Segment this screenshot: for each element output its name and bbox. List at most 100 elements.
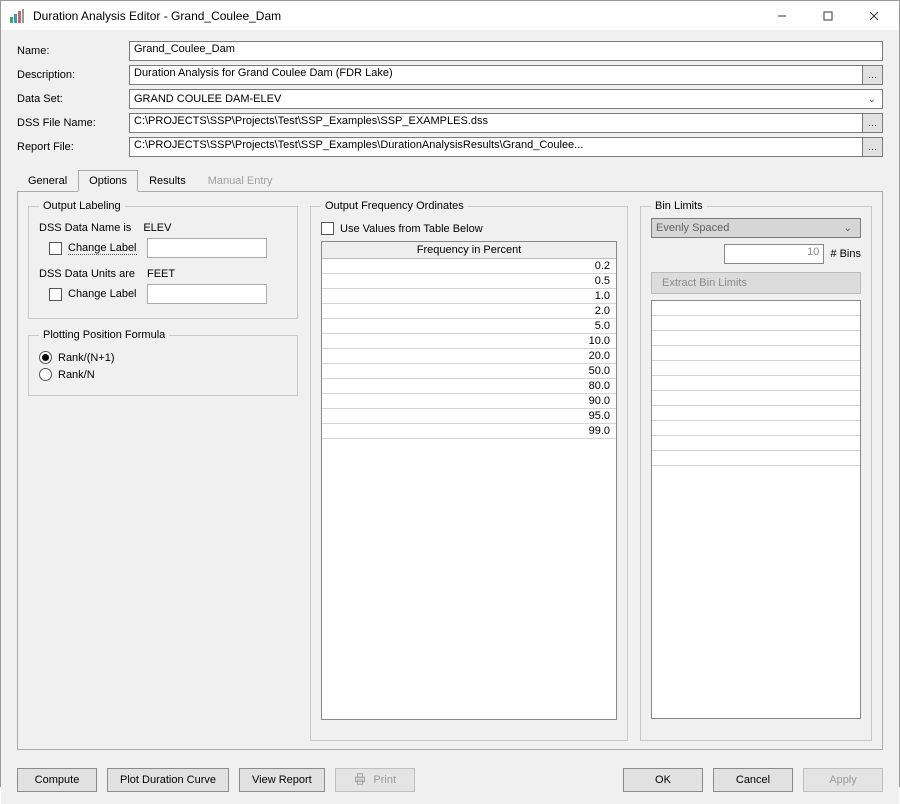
bin-row[interactable]	[652, 346, 860, 361]
plot-duration-curve-button[interactable]: Plot Duration Curve	[107, 768, 229, 792]
bin-mode-value: Evenly Spaced	[656, 222, 729, 234]
freq-row[interactable]: 5.0	[322, 319, 616, 334]
tab-results[interactable]: Results	[138, 170, 197, 192]
freq-row[interactable]: 20.0	[322, 349, 616, 364]
freq-row[interactable]: 0.2	[322, 259, 616, 274]
printer-icon	[353, 772, 367, 789]
content-area: Name: Grand_Coulee_Dam Description: Dura…	[1, 31, 899, 760]
bin-mode-select[interactable]: Evenly Spaced ⌄	[651, 218, 861, 238]
app-window: Duration Analysis Editor - Grand_Coulee_…	[0, 0, 900, 787]
dss-data-name-label: DSS Data Name is	[39, 222, 131, 234]
tab-strip: General Options Results Manual Entry	[17, 169, 883, 192]
change-label-name-input[interactable]	[147, 238, 267, 258]
options-left-column: Output Labeling DSS Data Name is ELEV Ch…	[28, 200, 298, 741]
tab-manual-entry: Manual Entry	[197, 170, 284, 192]
app-icon	[9, 8, 25, 24]
chevron-down-icon: ⌄	[864, 94, 880, 105]
dss-data-units-value: FEET	[147, 268, 175, 280]
description-label: Description:	[17, 69, 129, 81]
bin-row[interactable]	[652, 466, 860, 481]
reportfile-input[interactable]: C:\PROJECTS\SSP\Projects\Test\SSP_Exampl…	[129, 137, 863, 157]
minimize-button[interactable]	[759, 1, 805, 31]
bin-row[interactable]	[652, 361, 860, 376]
freq-row[interactable]: 80.0	[322, 379, 616, 394]
bin-limits-legend: Bin Limits	[651, 200, 707, 212]
output-frequency-legend: Output Frequency Ordinates	[321, 200, 468, 212]
freq-row[interactable]: 2.0	[322, 304, 616, 319]
output-labeling-group: Output Labeling DSS Data Name is ELEV Ch…	[28, 200, 298, 319]
dssfile-label: DSS File Name:	[17, 117, 129, 129]
form-rows: Name: Grand_Coulee_Dam Description: Dura…	[17, 41, 883, 161]
bin-row[interactable]	[652, 421, 860, 436]
radio-rank-n-label[interactable]: Rank/N	[58, 369, 95, 381]
radio-rank-n1[interactable]	[39, 351, 52, 364]
dssfile-browse-button[interactable]: …	[863, 113, 883, 133]
bin-row[interactable]	[652, 436, 860, 451]
view-report-button[interactable]: View Report	[239, 768, 325, 792]
bin-limits-table[interactable]	[651, 300, 861, 719]
plotting-position-legend: Plotting Position Formula	[39, 329, 169, 341]
freq-row[interactable]: 50.0	[322, 364, 616, 379]
bin-count-label: # Bins	[830, 248, 861, 260]
bin-row[interactable]	[652, 316, 860, 331]
freq-row[interactable]: 95.0	[322, 409, 616, 424]
titlebar: Duration Analysis Editor - Grand_Coulee_…	[1, 1, 899, 31]
bin-row[interactable]	[652, 451, 860, 466]
name-label: Name:	[17, 45, 129, 57]
freq-row[interactable]: 0.5	[322, 274, 616, 289]
output-frequency-group: Output Frequency Ordinates Use Values fr…	[310, 200, 628, 741]
options-right-column: Bin Limits Evenly Spaced ⌄ 10 # Bins Ext…	[640, 200, 872, 741]
reportfile-label: Report File:	[17, 141, 129, 153]
use-values-checkbox[interactable]	[321, 222, 334, 235]
tab-general[interactable]: General	[17, 170, 78, 192]
use-values-label[interactable]: Use Values from Table Below	[340, 223, 483, 235]
dataset-label: Data Set:	[17, 93, 129, 105]
change-label-units-checkbox[interactable]	[49, 288, 62, 301]
compute-button[interactable]: Compute	[17, 768, 97, 792]
bin-row[interactable]	[652, 406, 860, 421]
reportfile-browse-button[interactable]: …	[863, 137, 883, 157]
change-label-name-checkbox[interactable]	[49, 242, 62, 255]
footer: Compute Plot Duration Curve View Report …	[1, 760, 899, 804]
print-label: Print	[373, 774, 396, 786]
description-browse-button[interactable]: …	[863, 65, 883, 85]
change-label-units-text[interactable]: Change Label	[68, 288, 137, 300]
options-mid-column: Output Frequency Ordinates Use Values fr…	[310, 200, 628, 741]
frequency-table-empty	[322, 439, 616, 719]
radio-rank-n[interactable]	[39, 368, 52, 381]
ok-button[interactable]: OK	[623, 768, 703, 792]
output-labeling-legend: Output Labeling	[39, 200, 125, 212]
freq-row[interactable]: 90.0	[322, 394, 616, 409]
bin-row[interactable]	[652, 331, 860, 346]
print-button: Print	[335, 768, 415, 792]
name-input[interactable]: Grand_Coulee_Dam	[129, 41, 883, 61]
dataset-value: GRAND COULEE DAM-ELEV	[134, 93, 281, 105]
dss-data-units-label: DSS Data Units are	[39, 268, 135, 280]
frequency-header: Frequency in Percent	[322, 242, 616, 259]
freq-row[interactable]: 10.0	[322, 334, 616, 349]
dssfile-input[interactable]: C:\PROJECTS\SSP\Projects\Test\SSP_Exampl…	[129, 113, 863, 133]
cancel-button[interactable]: Cancel	[713, 768, 793, 792]
extract-bin-limits-button: Extract Bin Limits	[651, 272, 861, 294]
frequency-table[interactable]: Frequency in Percent 0.2 0.5 1.0 2.0 5.0…	[321, 241, 617, 720]
window-title: Duration Analysis Editor - Grand_Coulee_…	[33, 9, 759, 23]
bin-limits-group: Bin Limits Evenly Spaced ⌄ 10 # Bins Ext…	[640, 200, 872, 741]
plotting-position-group: Plotting Position Formula Rank/(N+1) Ran…	[28, 329, 298, 396]
bin-count-input[interactable]: 10	[724, 244, 824, 264]
apply-button: Apply	[803, 768, 883, 792]
maximize-button[interactable]	[805, 1, 851, 31]
freq-row[interactable]: 99.0	[322, 424, 616, 439]
change-label-name-text[interactable]: Change Label	[68, 242, 137, 255]
radio-rank-n1-label[interactable]: Rank/(N+1)	[58, 352, 115, 364]
dataset-select[interactable]: GRAND COULEE DAM-ELEV ⌄	[129, 89, 883, 109]
tab-options[interactable]: Options	[78, 170, 138, 192]
change-label-units-input[interactable]	[147, 284, 267, 304]
chevron-down-icon: ⌄	[840, 223, 856, 234]
bin-row[interactable]	[652, 301, 860, 316]
bin-row[interactable]	[652, 376, 860, 391]
description-input[interactable]: Duration Analysis for Grand Coulee Dam (…	[129, 65, 863, 85]
close-button[interactable]	[851, 1, 897, 31]
freq-row[interactable]: 1.0	[322, 289, 616, 304]
bin-row[interactable]	[652, 391, 860, 406]
tab-body-options: Output Labeling DSS Data Name is ELEV Ch…	[17, 192, 883, 750]
